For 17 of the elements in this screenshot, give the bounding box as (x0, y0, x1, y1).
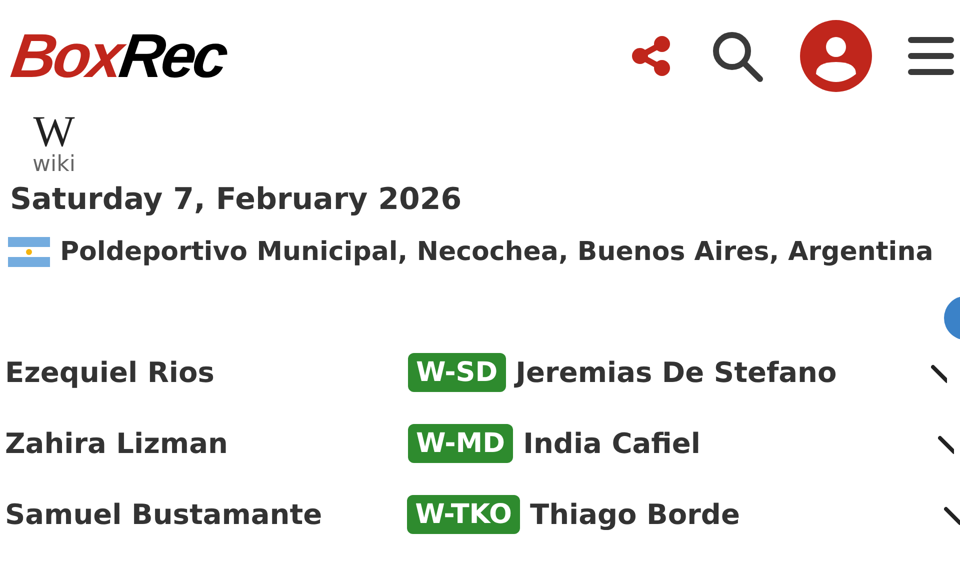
avatar-icon[interactable] (800, 20, 872, 92)
fighter-name[interactable]: Ezequiel Rios (0, 356, 408, 389)
venue-text[interactable]: Poldeportivo Municipal, Necochea, Buenos Aires, Argentina (60, 237, 934, 267)
flag-icon (8, 237, 50, 267)
search-icon[interactable] (710, 29, 764, 83)
fighter-name[interactable]: Zahira Lizman (0, 427, 408, 460)
fighter-name[interactable]: Thiago Borde (530, 498, 934, 531)
fighter-name[interactable]: Samuel Bustamante (0, 498, 408, 531)
result-badge: W-MD (408, 424, 514, 463)
fighter-name[interactable]: India Cafiel (523, 427, 928, 460)
wiki-link[interactable]: wiki (32, 152, 76, 178)
menu-icon[interactable] (908, 36, 954, 76)
result-badge: W-TKO (407, 495, 520, 534)
fighter-name[interactable]: Jeremias De Stefano (516, 356, 921, 389)
result-badge: W-SD (408, 353, 506, 392)
wikipedia-logo[interactable]: W (33, 112, 75, 152)
event-date: Saturday 7, February 2026 (10, 182, 463, 217)
